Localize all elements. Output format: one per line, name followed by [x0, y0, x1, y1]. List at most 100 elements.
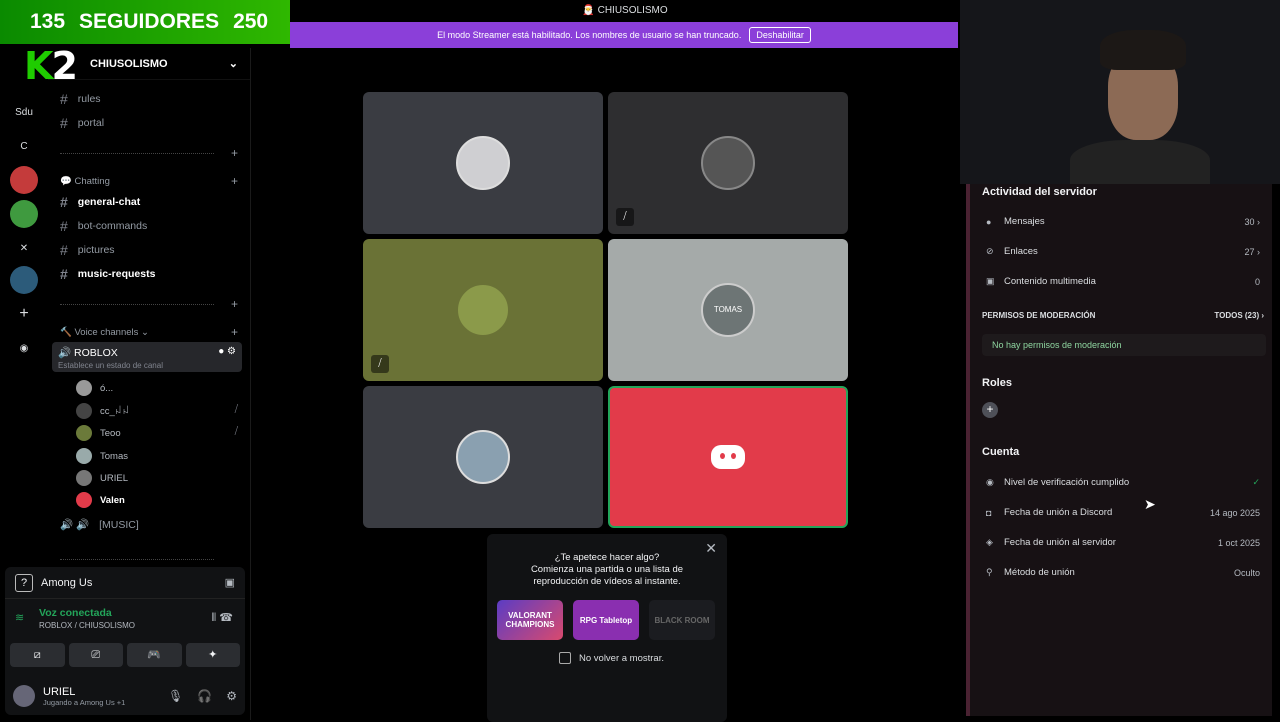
add-channel-icon[interactable]: + — [231, 325, 238, 339]
voice-channel-roblox[interactable]: 🔊 ROBLOX ● ⚙ Establece un estado de canal — [52, 342, 242, 372]
voice-user[interactable]: Tomas — [76, 448, 128, 464]
channel-music-requests[interactable]: # music-requests — [60, 266, 155, 282]
voice-user[interactable]: URIEL — [76, 470, 128, 486]
speaker-icon: 🔊 — [58, 347, 74, 359]
server-icon[interactable] — [10, 166, 38, 194]
hash-icon: # — [60, 242, 68, 258]
avatar — [456, 430, 510, 484]
channel-status[interactable]: Establece un estado de canal — [58, 361, 236, 370]
mic-icon[interactable]: 🎙 — [168, 689, 183, 703]
voice-location[interactable]: ROBLOX / CHIUSOLISMO — [39, 621, 235, 630]
current-user[interactable]: URIEL Jugando a Among Us +1 🎙 🎧 ⚙ — [5, 677, 245, 715]
server-icon[interactable] — [10, 266, 38, 294]
voice-connected: ≋ Voz conectada ROBLOX / CHIUSOLISMO ⦀ ☎ — [5, 599, 245, 639]
channel-portal[interactable]: # portal — [60, 115, 104, 131]
add-channel-icon[interactable]: + — [231, 174, 238, 188]
no-mod-permissions: No hay permisos de moderación — [982, 334, 1266, 356]
activity-links[interactable]: ⊘ Enlaces 27 › — [986, 246, 1260, 257]
stream-logo: K2 — [24, 44, 78, 88]
activity-game[interactable]: ? Among Us ▣ — [5, 567, 245, 599]
mod-all-link[interactable]: TODOS (23) › — [1214, 311, 1264, 320]
avatar — [76, 403, 92, 419]
member-profile-panel: Actividad del servidor ● Mensajes 30 › ⊘ En… — [966, 184, 1272, 716]
hash-icon: # — [60, 91, 68, 107]
add-role-icon[interactable]: + — [982, 402, 998, 418]
avatar — [76, 380, 92, 396]
add-server-icon[interactable]: + — [10, 300, 38, 328]
activity-icon[interactable]: 🎮 — [127, 643, 182, 667]
gear-icon[interactable]: ⚙ — [226, 689, 237, 703]
game-icon: ? — [15, 573, 33, 592]
category-voice[interactable]: 🔨 Voice channels ⌄ — [60, 327, 149, 338]
speaker-icon: 🔊 🔊 — [60, 519, 90, 531]
server-icon[interactable] — [10, 200, 38, 228]
video-tile-speaking[interactable] — [608, 386, 848, 528]
server-header[interactable]: CHIUSOLISMO ⌄ — [48, 48, 250, 80]
voice-stage: ⧸ ⧸ TOMAS ✕ ¿Te apetece hacer algo? Comie… — [250, 48, 960, 722]
hash-icon: # — [60, 194, 68, 210]
voice-actions[interactable]: ⦀ ☎ — [211, 611, 233, 625]
video-tile[interactable]: ⧸ — [363, 239, 603, 381]
activity-card[interactable]: RPG Tabletop — [573, 600, 639, 640]
followers-label: SEGUIDORES — [79, 10, 220, 33]
activity-card[interactable]: VALORANT CHAMPIONS — [497, 600, 563, 640]
hash-icon: # — [60, 218, 68, 234]
headphones-icon[interactable]: 🎧 — [197, 689, 212, 703]
channel-general-chat[interactable]: # general-chat — [60, 194, 140, 210]
add-channel-icon[interactable]: + — [231, 146, 238, 160]
image-icon: ▣ — [986, 276, 995, 286]
video-tile[interactable] — [363, 92, 603, 234]
person-icon: ⚲ — [986, 567, 993, 577]
voice-user[interactable]: cc_ꈤꈤ — [76, 403, 130, 419]
screen-icon[interactable]: ▣ — [225, 576, 235, 589]
voice-channel-actions[interactable]: ● ⚙ — [218, 346, 236, 357]
streamer-body — [1070, 140, 1210, 184]
activity-messages[interactable]: ● Mensajes 30 › — [986, 216, 1260, 227]
channel-bot-commands[interactable]: # bot-commands — [60, 218, 147, 234]
voice-user[interactable]: Valen — [76, 492, 125, 508]
avatar: TOMAS — [701, 283, 755, 337]
chat-icon: ● — [986, 216, 992, 227]
soundboard-icon[interactable]: ✦ — [185, 643, 240, 667]
activity-card[interactable]: BLACK ROOM — [649, 600, 715, 640]
activity-title: Actividad del servidor — [982, 186, 1097, 198]
user-panel: ? Among Us ▣ ≋ Voz conectada ROBLOX / CH… — [5, 567, 245, 715]
username: URIEL — [43, 685, 76, 698]
discover-icon[interactable]: ◉ — [10, 334, 38, 362]
hash-icon: # — [60, 115, 68, 131]
divider — [60, 559, 214, 560]
disable-streamer-button[interactable]: Deshabilitar — [749, 27, 811, 43]
voice-user[interactable]: Teoo — [76, 425, 121, 441]
avatar — [701, 136, 755, 190]
activity-media[interactable]: ▣ Contenido multimedia 0 — [986, 276, 1260, 287]
voice-channel-music[interactable]: 🔊 🔊 [MUSIC] — [60, 518, 139, 532]
server-sdu[interactable]: Sdu — [10, 98, 38, 126]
camera-off-icon[interactable]: ⧄ — [10, 643, 65, 667]
link-icon: ⊘ — [986, 246, 994, 256]
signal-icon: ≋ — [15, 612, 25, 624]
server-icon: ◈ — [986, 537, 993, 547]
voice-user[interactable]: ó... — [76, 380, 113, 396]
crossed-swords-icon[interactable]: ✕ — [10, 234, 38, 262]
add-channel-icon[interactable]: + — [231, 297, 238, 311]
followers-current: 135 — [30, 10, 66, 33]
streamer-mode-banner: El modo Streamer está habilitado. Los no… — [290, 22, 958, 48]
activity-suggestion-popup: ✕ ¿Te apetece hacer algo? Comienza una pa… — [487, 534, 727, 722]
user-status: Jugando a Among Us +1 — [43, 697, 126, 707]
channel-rules[interactable]: # rules — [60, 91, 101, 107]
category-chatting[interactable]: 💬 Chatting — [60, 176, 110, 187]
server-c[interactable]: C — [10, 132, 38, 160]
channel-pictures[interactable]: # pictures — [60, 242, 115, 258]
voice-status[interactable]: Voz conectada — [39, 607, 235, 619]
hash-icon: # — [60, 266, 68, 282]
mod-permissions-header: PERMISOS DE MODERACIÓN TODOS (23) › — [982, 311, 1264, 320]
discord-logo-icon — [711, 445, 745, 469]
screen-share-icon[interactable]: ⎚ — [68, 643, 123, 667]
video-tile[interactable] — [363, 386, 603, 528]
muted-mic-icon: ⧸ — [234, 404, 238, 415]
dont-show-checkbox[interactable]: No volver a mostrar. — [559, 652, 664, 664]
avatar — [76, 425, 92, 441]
video-tile[interactable]: ⧸ — [608, 92, 848, 234]
video-tile[interactable]: TOMAS — [608, 239, 848, 381]
avatar — [13, 685, 35, 707]
